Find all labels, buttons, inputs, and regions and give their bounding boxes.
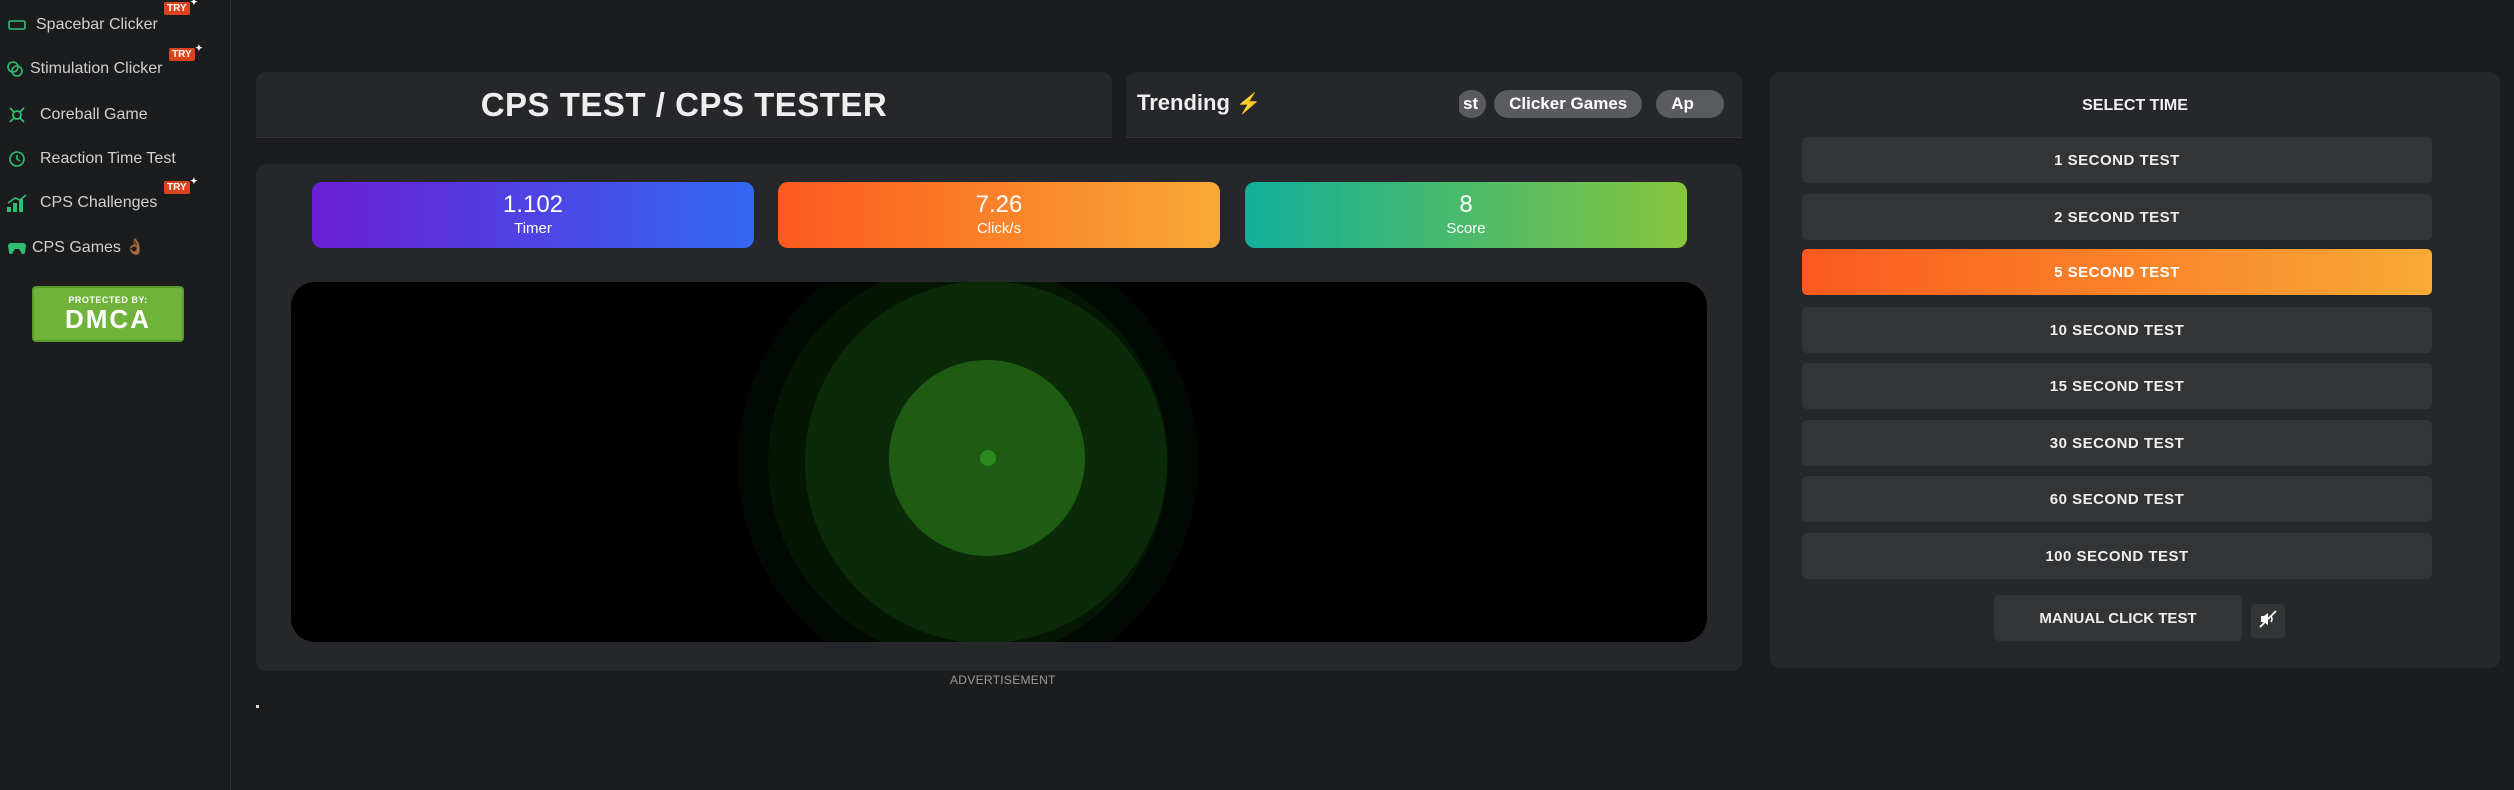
time-select-panel: SELECT TIME 1 SECOND TEST 2 SECOND TEST …: [1770, 72, 2500, 668]
manual-click-test-button[interactable]: MANUAL CLICK TEST: [1994, 595, 2242, 641]
click-dot: [980, 450, 996, 466]
sidebar-item-label: Stimulation Clicker: [30, 60, 163, 77]
try-badge: TRY: [164, 0, 197, 15]
sidebar-item-spacebar-clicker[interactable]: Spacebar Clicker: [6, 12, 158, 38]
timer-label: Timer: [514, 220, 552, 237]
time-option-10s[interactable]: 10 SECOND TEST: [1802, 307, 2432, 353]
sidebar-item-label: Spacebar Clicker: [36, 16, 158, 33]
try-badge: TRY: [164, 176, 197, 194]
score-value: 8: [1459, 191, 1473, 218]
trending-chips: st Clicker Games Ap: [1459, 90, 1742, 120]
sidebar: Spacebar Clicker TRY Stimulation Clicker…: [0, 0, 231, 790]
cps-stat: 7.26 Click/s: [778, 182, 1220, 248]
gamepad-icon: [6, 236, 28, 258]
clicker-icon: [4, 58, 26, 80]
cps-value: 7.26: [975, 191, 1023, 218]
time-option-1s[interactable]: 1 SECOND TEST: [1802, 137, 2432, 183]
try-badge: TRY: [169, 43, 202, 61]
sidebar-item-label: CPS Games 👌🏾: [32, 239, 146, 256]
sidebar-item-label: Reaction Time Test: [40, 150, 176, 167]
sidebar-item-cps-games[interactable]: CPS Games 👌🏾: [6, 234, 145, 260]
trend-chip[interactable]: Ap: [1656, 90, 1724, 118]
trending-bar: Trending ⚡ st Clicker Games Ap: [1126, 72, 1742, 138]
trend-chip-clicker-games[interactable]: Clicker Games: [1494, 90, 1643, 118]
timer-value: 1.102: [502, 191, 564, 218]
score-stat: 8 Score: [1245, 182, 1687, 248]
sidebar-item-reaction-time-test[interactable]: Reaction Time Test: [6, 146, 176, 172]
select-time-title: SELECT TIME: [2082, 97, 2188, 114]
trend-chip[interactable]: st: [1459, 90, 1487, 118]
click-area[interactable]: [291, 282, 1707, 642]
title-card: CPS TEST / CPS TESTER: [256, 72, 1112, 138]
sidebar-item-cps-challenges[interactable]: CPS Challenges: [6, 190, 157, 216]
keyboard-icon: [6, 14, 28, 36]
game-panel: 1.102 Timer 7.26 Click/s 8 Score: [256, 164, 1742, 671]
time-option-100s[interactable]: 100 SECOND TEST: [1802, 533, 2432, 579]
sound-toggle-button[interactable]: [2251, 604, 2285, 638]
ad-placeholder: [256, 705, 259, 708]
mute-icon: [2258, 609, 2278, 634]
score-label: Score: [1446, 220, 1486, 237]
advertisement-label: ADVERTISEMENT: [950, 673, 1056, 687]
clock-icon: [6, 148, 28, 170]
dmca-bottom-text: DMCA: [65, 304, 151, 334]
trending-label: Trending ⚡: [1137, 90, 1261, 115]
chart-icon: [6, 192, 28, 214]
time-option-5s[interactable]: 5 SECOND TEST: [1802, 249, 2432, 295]
sidebar-item-coreball-game[interactable]: Coreball Game: [6, 102, 148, 128]
time-option-30s[interactable]: 30 SECOND TEST: [1802, 420, 2432, 466]
time-option-2s[interactable]: 2 SECOND TEST: [1802, 194, 2432, 240]
sidebar-item-label: Coreball Game: [40, 106, 148, 123]
page-title: CPS TEST / CPS TESTER: [480, 85, 888, 123]
timer-stat: 1.102 Timer: [312, 182, 754, 248]
time-option-15s[interactable]: 15 SECOND TEST: [1802, 363, 2432, 409]
sidebar-item-stimulation-clicker[interactable]: Stimulation Clicker: [4, 56, 162, 82]
coreball-icon: [6, 104, 28, 126]
dmca-badge[interactable]: PROTECTED BY: DMCA: [32, 286, 184, 342]
cps-label: Click/s: [976, 220, 1022, 237]
sidebar-item-label: CPS Challenges: [40, 194, 158, 211]
time-option-60s[interactable]: 60 SECOND TEST: [1802, 476, 2432, 522]
fire-icon: ⚡: [1236, 93, 1261, 115]
